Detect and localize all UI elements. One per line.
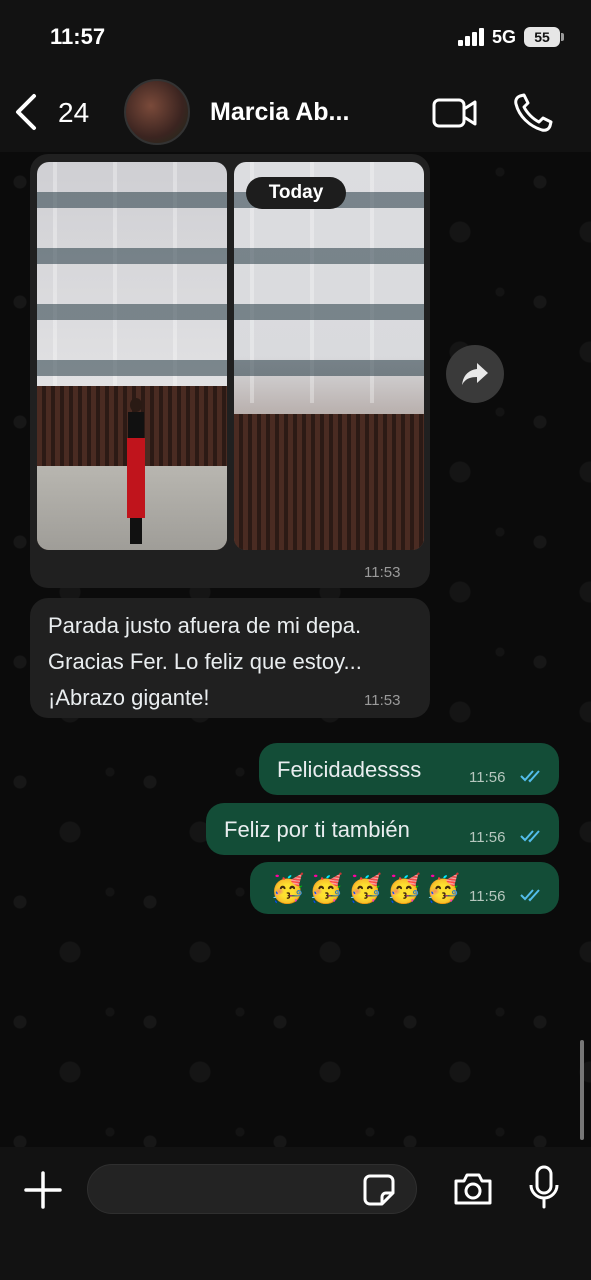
- message-emoji: 🥳🥳🥳🥳🥳: [270, 873, 465, 904]
- plus-icon[interactable]: [22, 1169, 64, 1211]
- double-check-icon: [520, 830, 540, 843]
- message-text: Feliz por ti también: [224, 817, 410, 842]
- forward-icon: [462, 363, 488, 385]
- input-bar: [0, 1147, 591, 1280]
- message-time: 11:53: [364, 692, 401, 709]
- date-pill: Today: [246, 177, 346, 209]
- back-button[interactable]: 24: [14, 92, 104, 134]
- forward-button[interactable]: [446, 345, 504, 403]
- message-time: 11:56: [469, 769, 506, 786]
- incoming-message[interactable]: Parada justo afuera de mi depa. Gracias …: [30, 598, 430, 718]
- unread-count: 24: [58, 97, 90, 128]
- contact-name[interactable]: Marcia Ab...: [210, 98, 349, 127]
- avatar[interactable]: [124, 79, 190, 145]
- message-time: 11:56: [469, 829, 506, 846]
- outgoing-message[interactable]: Felicidadessss 11:56: [259, 743, 559, 795]
- photo-person: [125, 398, 147, 548]
- double-check-icon: [520, 770, 540, 783]
- phone-icon[interactable]: [512, 92, 554, 134]
- photo-fence: [234, 414, 424, 550]
- battery-icon: 55: [524, 27, 564, 47]
- double-check-icon: [520, 889, 540, 902]
- status-bar: 11:57 5G 55: [0, 0, 591, 76]
- microphone-icon[interactable]: [528, 1165, 560, 1209]
- media-message[interactable]: 11:53: [30, 154, 430, 588]
- message-text: Parada justo afuera de mi depa. Gracias …: [48, 613, 362, 710]
- sticker-icon[interactable]: [362, 1173, 396, 1207]
- scrollbar[interactable]: [580, 1040, 584, 1140]
- status-time: 11:57: [50, 24, 106, 49]
- photo-thumbnail[interactable]: [37, 162, 227, 550]
- outgoing-message[interactable]: Feliz por ti también 11:56: [206, 803, 559, 855]
- video-camera-icon[interactable]: [432, 96, 478, 130]
- back-chevron-icon: [16, 94, 36, 130]
- message-time: 11:56: [469, 888, 506, 905]
- chat-header: 24 Marcia Ab...: [0, 76, 591, 152]
- camera-icon[interactable]: [452, 1171, 494, 1207]
- photo-building: [37, 162, 227, 403]
- message-time: 11:53: [364, 564, 401, 581]
- photo-thumbnail[interactable]: [234, 162, 424, 550]
- outgoing-message[interactable]: 🥳🥳🥳🥳🥳 11:56: [250, 862, 559, 914]
- network-label: 5G: [492, 27, 517, 47]
- signal-icon: [458, 28, 484, 46]
- message-text: Felicidadessss: [277, 757, 422, 782]
